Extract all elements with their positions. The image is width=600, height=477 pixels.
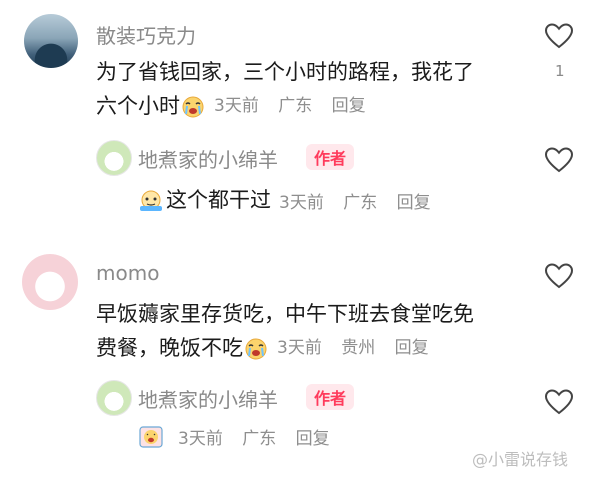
commenter-avatar[interactable] — [22, 254, 78, 310]
reply-button[interactable]: 回复 — [296, 429, 330, 449]
reply-button[interactable]: 回复 — [332, 96, 366, 116]
heart-outline-icon[interactable] — [544, 262, 574, 290]
watermark: @小雷说存钱 — [472, 450, 569, 469]
reply-time: 3天前 — [178, 429, 223, 449]
commenter-name[interactable]: 散装巧克力 — [96, 20, 196, 49]
crying-face-emoji-icon — [245, 338, 267, 360]
reply-text-row: 这个都干过 3天前 广东 回复 — [138, 182, 445, 218]
reply-text: 这个都干过 — [166, 188, 271, 212]
comment-text-line2: 六个小时 — [96, 94, 180, 118]
comment-text-line2: 费餐，晚饭不吃 — [96, 336, 243, 360]
comment-time: 3天前 — [277, 338, 322, 358]
heart-outline-icon[interactable] — [544, 388, 574, 416]
sweating-face-emoji-icon — [140, 190, 162, 211]
comment-meta: 3天前 贵州 回复 — [277, 330, 443, 366]
comment-text: 早饭薅家里存货吃，中午下班去食堂吃免 — [96, 296, 474, 332]
comment-location: 广东 — [278, 96, 313, 116]
comment-text-line1: 早饭薅家里存货吃，中午下班去食堂吃免 — [96, 302, 474, 326]
reply-text-row: 3天前 广东 回复 — [138, 424, 344, 449]
crying-face-emoji-icon — [139, 425, 163, 448]
reply-author-avatar[interactable] — [96, 380, 132, 416]
author-badge: 作者 — [306, 144, 355, 170]
comment-text: 为了省钱回家，三个小时的路程，我花了 — [96, 54, 474, 90]
comment-location: 贵州 — [341, 338, 376, 358]
commenter-name[interactable]: momo — [96, 261, 159, 285]
reply-author-name[interactable]: 地煮家的小绵羊 — [138, 144, 278, 173]
comment-text-row: 费餐，晚饭不吃 3天前 贵州 回复 — [96, 330, 443, 366]
reply-location: 广东 — [242, 429, 277, 449]
crying-face-emoji-icon — [182, 96, 204, 118]
reply-location: 广东 — [343, 192, 378, 213]
reply-button[interactable]: 回复 — [397, 193, 431, 213]
commenter-avatar[interactable] — [24, 14, 78, 68]
reply-button[interactable]: 回复 — [395, 338, 429, 358]
reply-meta: 3天前 广东 回复 — [279, 188, 445, 213]
comment-meta: 3天前 广东 回复 — [214, 88, 380, 124]
author-badge: 作者 — [306, 384, 355, 410]
reply-author-avatar[interactable] — [96, 140, 132, 176]
comment-text-row: 六个小时 3天前 广东 回复 — [96, 88, 380, 124]
comment-text-line1: 为了省钱回家，三个小时的路程，我花了 — [96, 60, 474, 84]
heart-outline-icon[interactable] — [544, 22, 574, 50]
reply-time: 3天前 — [279, 192, 324, 213]
reply-meta: 3天前 广东 回复 — [178, 424, 344, 449]
like-count: 1 — [555, 62, 565, 80]
reply-author-name[interactable]: 地煮家的小绵羊 — [138, 384, 278, 413]
heart-outline-icon[interactable] — [544, 146, 574, 174]
comment-time: 3天前 — [214, 96, 259, 116]
